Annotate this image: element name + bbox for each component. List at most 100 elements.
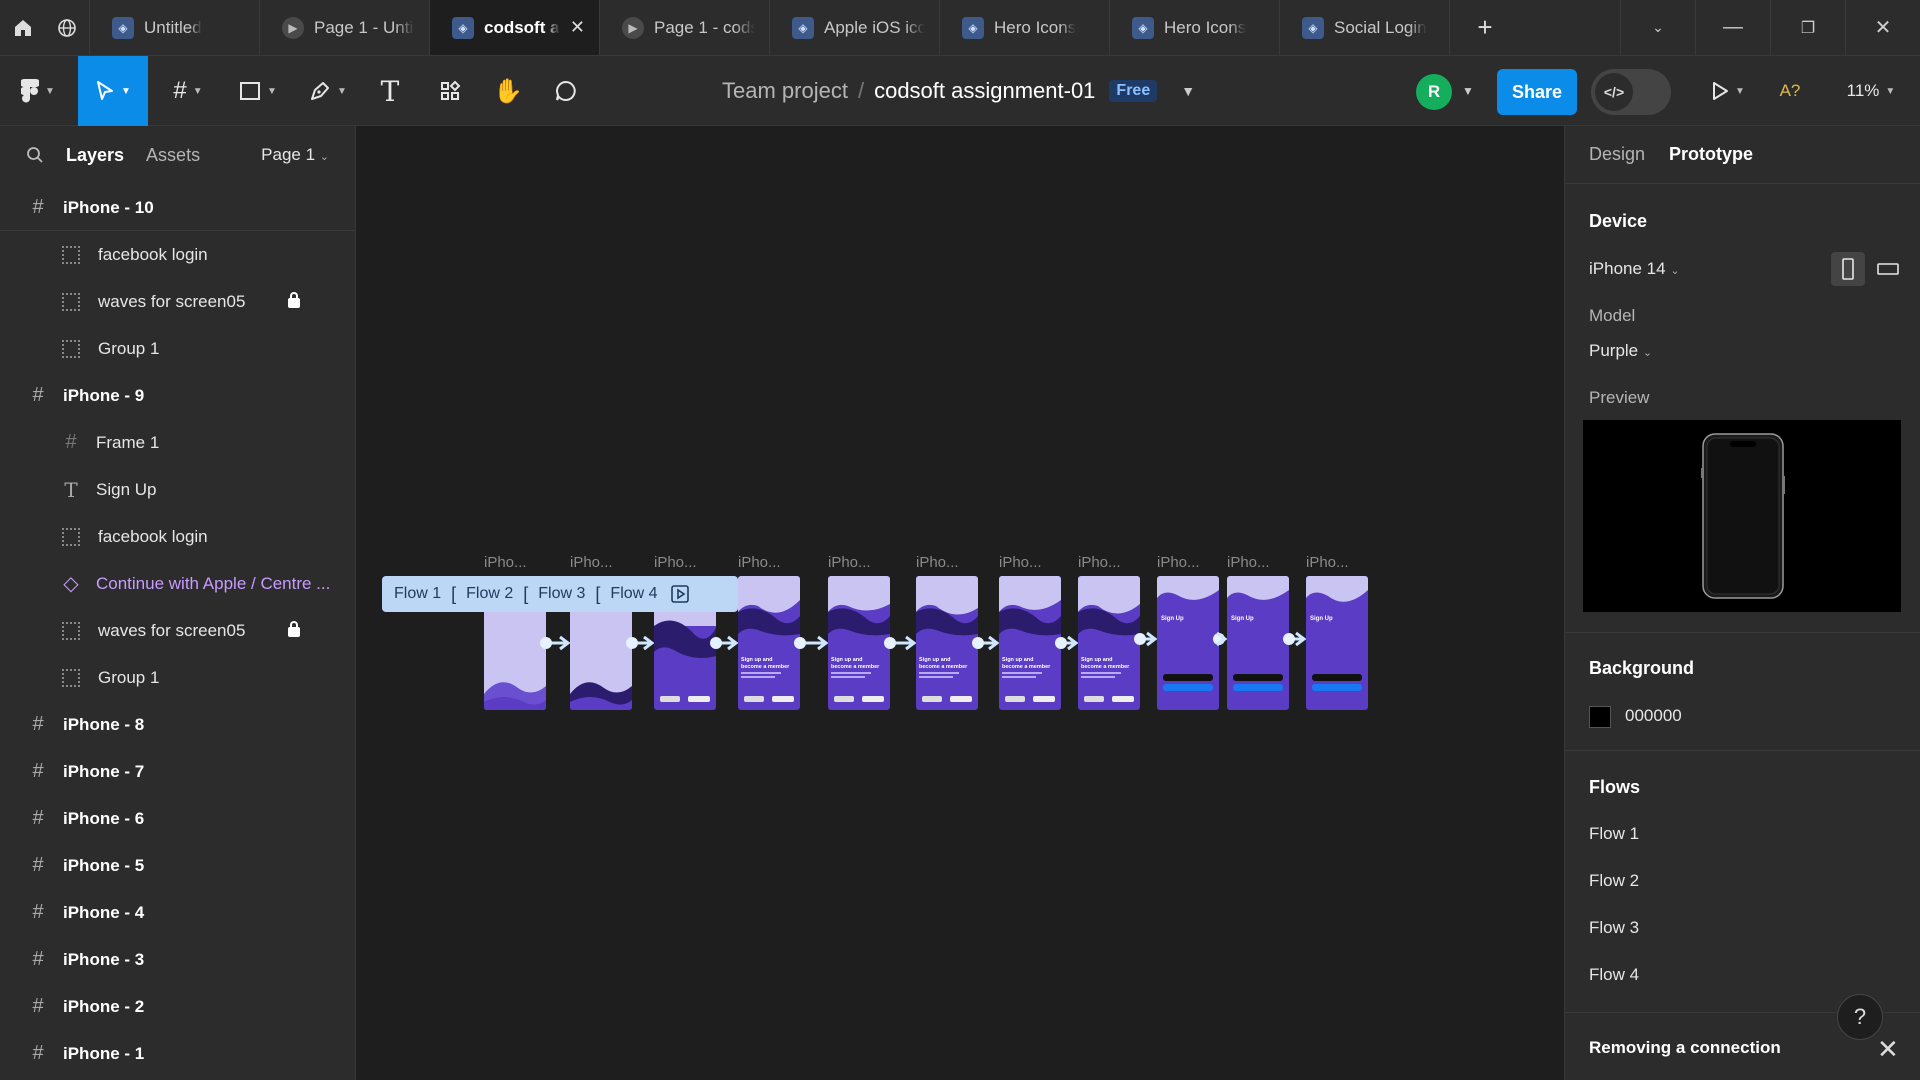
layer-text[interactable]: T Sign Up — [0, 466, 355, 513]
text-tool[interactable]: T — [370, 56, 410, 126]
layer-group[interactable]: Group 1 — [0, 654, 355, 701]
tab-untitled[interactable]: ◈ Untitled — [90, 0, 260, 55]
tab-page-1-codsoft[interactable]: ▶ Page 1 - codsoft — [600, 0, 770, 55]
resources-tool[interactable] — [430, 56, 470, 126]
team-name[interactable]: Team project — [722, 78, 848, 104]
shape-tool[interactable]: ▼ — [230, 56, 286, 126]
chevron-down-icon[interactable]: ▼ — [1462, 84, 1474, 98]
layer-frame[interactable]: # iPhone - 2 — [0, 983, 355, 1030]
close-window-button[interactable]: ✕ — [1845, 0, 1920, 55]
phone-frame-thumbnail[interactable]: Sign up and become a member — [916, 576, 978, 710]
phone-frame-thumbnail[interactable]: Sign up and become a member — [1078, 576, 1140, 710]
frame-name-label[interactable]: iPho... — [1078, 554, 1121, 571]
tab-assets[interactable]: Assets — [146, 145, 200, 166]
phone-frame-thumbnail[interactable]: Sign up and become a member — [828, 576, 890, 710]
present-button[interactable]: ▼ — [1700, 56, 1756, 126]
frame-name-label[interactable]: iPho... — [1227, 554, 1270, 571]
layer-group[interactable]: waves for screen05 — [0, 607, 355, 654]
phone-frame-thumbnail[interactable]: Sign Up — [1306, 576, 1368, 710]
landscape-button[interactable] — [1871, 252, 1905, 286]
pen-tool[interactable]: ▼ — [300, 56, 356, 126]
avatar[interactable]: R — [1416, 74, 1452, 110]
layer-frame[interactable]: # iPhone - 1 — [0, 1030, 355, 1077]
layer-component-instance[interactable]: ◇ Continue with Apple / Centre ... — [0, 560, 355, 607]
tab-prototype[interactable]: Prototype — [1669, 144, 1753, 165]
phone-frame-thumbnail[interactable]: Sign Up — [1227, 576, 1289, 710]
tab-social-login[interactable]: ◈ Social Login — [1280, 0, 1450, 55]
phone-frame-thumbnail[interactable]: Sign up and become a member — [999, 576, 1061, 710]
phone-frame-thumbnail[interactable]: Sign Up — [1157, 576, 1219, 710]
tab-page-1-untitled[interactable]: ▶ Page 1 - Untitled — [260, 0, 430, 55]
layer-group[interactable]: waves for screen05 — [0, 278, 355, 325]
frame-name-label[interactable]: iPho... — [570, 554, 613, 571]
tab-hero-icons-1[interactable]: ◈ Hero Icons — [940, 0, 1110, 55]
flow-list-item[interactable]: Flow 4 — [1589, 965, 1639, 985]
flow-label[interactable]: Flow 4 — [610, 585, 657, 603]
layer-group[interactable]: facebook login — [0, 513, 355, 560]
background-color-swatch[interactable] — [1589, 706, 1611, 728]
lock-icon[interactable] — [288, 292, 300, 308]
layer-frame[interactable]: # iPhone - 10 — [0, 184, 355, 231]
tab-list-button[interactable]: ⌄ — [1620, 0, 1695, 55]
layer-subframe[interactable]: # Frame 1 — [0, 419, 355, 466]
frame-name-label[interactable]: iPho... — [484, 554, 527, 571]
device-dropdown[interactable]: iPhone 14 ⌄ — [1589, 259, 1680, 279]
flow-list-item[interactable]: Flow 1 — [1589, 824, 1639, 844]
layer-frame[interactable]: # iPhone - 9 — [0, 372, 355, 419]
ai-button[interactable]: A? — [1770, 56, 1810, 126]
layer-frame[interactable]: # iPhone - 3 — [0, 936, 355, 983]
tab-layers[interactable]: Layers — [66, 145, 124, 166]
portrait-button[interactable] — [1831, 252, 1865, 286]
plan-badge[interactable]: Free — [1109, 80, 1158, 102]
frame-name-label[interactable]: iPho... — [738, 554, 781, 571]
tab-design[interactable]: Design — [1589, 144, 1645, 165]
move-tool[interactable]: ▼ — [78, 56, 148, 126]
new-tab-button[interactable]: + — [1450, 0, 1520, 55]
comment-tool[interactable] — [546, 56, 586, 126]
home-button[interactable] — [0, 0, 45, 55]
canvas[interactable]: iPho... iPho... iPho... iPho... Sign up and b… — [356, 126, 1564, 1080]
hand-tool[interactable]: ✋ — [488, 56, 528, 126]
flow-label[interactable]: Flow 2 — [466, 585, 513, 603]
flow-starting-points[interactable]: Flow 1 [ Flow 2 [ Flow 3 [ Flow 4 — [382, 576, 738, 612]
phone-frame-thumbnail[interactable]: Sign up and become a member — [738, 576, 800, 710]
frame-tool[interactable]: # ▼ — [160, 56, 216, 126]
model-dropdown[interactable]: Purple ⌄ — [1589, 341, 1652, 361]
flow-label[interactable]: Flow 3 — [538, 585, 585, 603]
play-flow-icon[interactable] — [670, 584, 690, 604]
frame-name-label[interactable]: iPho... — [1306, 554, 1349, 571]
frame-name-label[interactable]: iPho... — [916, 554, 959, 571]
layer-frame[interactable]: # iPhone - 8 — [0, 701, 355, 748]
maximize-button[interactable]: ❐ — [1770, 0, 1845, 55]
lock-icon[interactable] — [288, 621, 300, 637]
layer-frame[interactable]: # iPhone - 5 — [0, 842, 355, 889]
close-icon[interactable]: ✕ — [1877, 1034, 1899, 1065]
frame-name-label[interactable]: iPho... — [999, 554, 1042, 571]
tab-apple-ios-icons[interactable]: ◈ Apple iOS icons — [770, 0, 940, 55]
community-button[interactable] — [45, 0, 90, 55]
main-menu-button[interactable]: ▼ — [10, 56, 66, 126]
page-selector[interactable]: Page 1 ⌄ — [261, 145, 329, 165]
flow-list-item[interactable]: Flow 2 — [1589, 871, 1639, 891]
zoom-dropdown[interactable]: 11% ▼ — [1836, 56, 1906, 126]
frame-name-label[interactable]: iPho... — [1157, 554, 1200, 571]
layer-frame[interactable]: # iPhone - 6 — [0, 795, 355, 842]
layer-frame[interactable]: # iPhone - 4 — [0, 889, 355, 936]
flow-list-item[interactable]: Flow 3 — [1589, 918, 1639, 938]
share-button[interactable]: Share — [1497, 69, 1577, 115]
background-hex-input[interactable]: 000000 — [1625, 706, 1682, 726]
layer-frame[interactable]: # iPhone - 7 — [0, 748, 355, 795]
close-icon[interactable]: ✕ — [570, 17, 585, 38]
tab-hero-icons-2[interactable]: ◈ Hero Icons — [1110, 0, 1280, 55]
frame-name-label[interactable]: iPho... — [654, 554, 697, 571]
frame-name-label[interactable]: iPho... — [828, 554, 871, 571]
dev-mode-toggle[interactable]: </> — [1591, 69, 1671, 115]
minimize-button[interactable]: — — [1695, 0, 1770, 55]
search-icon[interactable] — [26, 146, 44, 164]
tab-codsoft-assignment[interactable]: ◈ codsoft assignment-01 ✕ — [430, 0, 600, 55]
chevron-down-icon[interactable]: ▼ — [1181, 83, 1195, 99]
flow-label[interactable]: Flow 1 — [394, 585, 441, 603]
layer-group[interactable]: Group 1 — [0, 325, 355, 372]
layer-group[interactable]: facebook login — [0, 231, 355, 278]
file-name[interactable]: codsoft assignment-01 — [874, 78, 1095, 104]
